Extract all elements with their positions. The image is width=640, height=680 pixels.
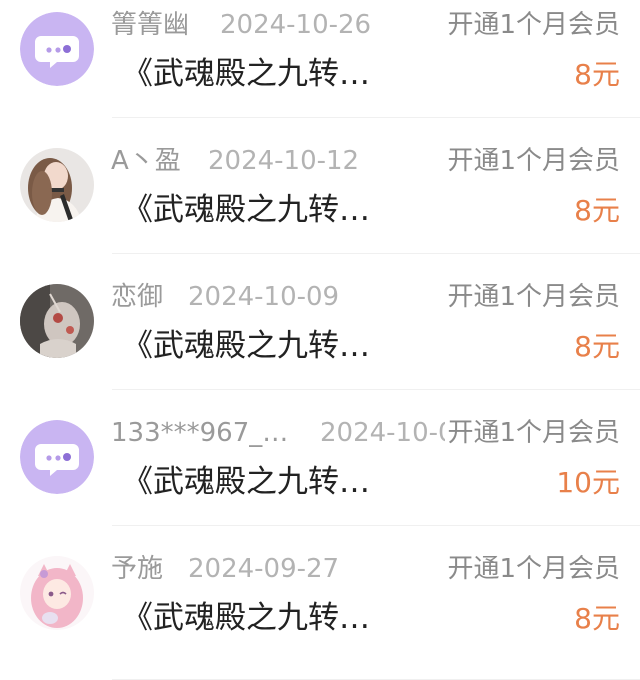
record-date: 2024-10-09	[188, 282, 340, 312]
row-divider	[112, 253, 640, 254]
default-chat-avatar-icon[interactable]	[20, 12, 94, 86]
record-date: 2024-09-27	[188, 554, 340, 584]
record-action: 开通1个月会员	[447, 282, 620, 312]
anime-girl-avatar-icon[interactable]	[20, 556, 94, 630]
record-row[interactable]: A丶盈 2024-10-12 开通1个月会员 《武魂殿之九转… 8元	[0, 136, 640, 272]
record-price: 8元	[574, 58, 620, 91]
record-price: 8元	[574, 194, 620, 227]
record-action: 开通1个月会员	[447, 146, 620, 176]
book-title: 《武魂殿之九转…	[122, 600, 370, 636]
record-action: 开通1个月会员	[445, 416, 620, 450]
record-date: 2024-10-26	[220, 10, 372, 40]
user-name: 予施	[111, 554, 164, 584]
row-divider	[112, 525, 640, 526]
record-action: 开通1个月会员	[447, 554, 620, 584]
default-chat-avatar-icon[interactable]	[20, 420, 94, 494]
book-title: 《武魂殿之九转…	[122, 192, 370, 228]
record-action: 开通1个月会员	[447, 10, 620, 40]
record-row[interactable]: 133***967_… 2024-10-06 开通1个月会员 《武魂殿之九转… …	[0, 408, 640, 544]
record-row[interactable]: 予施 2024-09-27 开通1个月会员 《武魂殿之九转… 8元	[0, 544, 640, 680]
record-row[interactable]: 箐箐幽 2024-10-26 开通1个月会员 《武魂殿之九转… 8元	[0, 0, 640, 136]
user-name: 133***967_…	[111, 418, 289, 448]
record-row[interactable]: 恋御 2024-10-09 开通1个月会员 《武魂殿之九转… 8元	[0, 272, 640, 408]
record-price: 8元	[574, 330, 620, 363]
row-divider	[112, 117, 640, 118]
record-price: 8元	[574, 602, 620, 635]
record-price: 10元	[556, 466, 620, 499]
user-photo-avatar-icon[interactable]	[20, 284, 94, 358]
user-name: 恋御	[111, 282, 164, 312]
user-name: A丶盈	[111, 146, 181, 176]
membership-record-list: 箐箐幽 2024-10-26 开通1个月会员 《武魂殿之九转… 8元 A丶盈 2…	[0, 0, 640, 680]
user-name: 箐箐幽	[111, 10, 190, 40]
row-divider	[112, 389, 640, 390]
book-title: 《武魂殿之九转…	[122, 464, 370, 500]
record-date: 2024-10-12	[208, 146, 360, 176]
book-title: 《武魂殿之九转…	[122, 328, 370, 364]
user-photo-avatar-icon[interactable]	[20, 148, 94, 222]
book-title: 《武魂殿之九转…	[122, 56, 370, 92]
